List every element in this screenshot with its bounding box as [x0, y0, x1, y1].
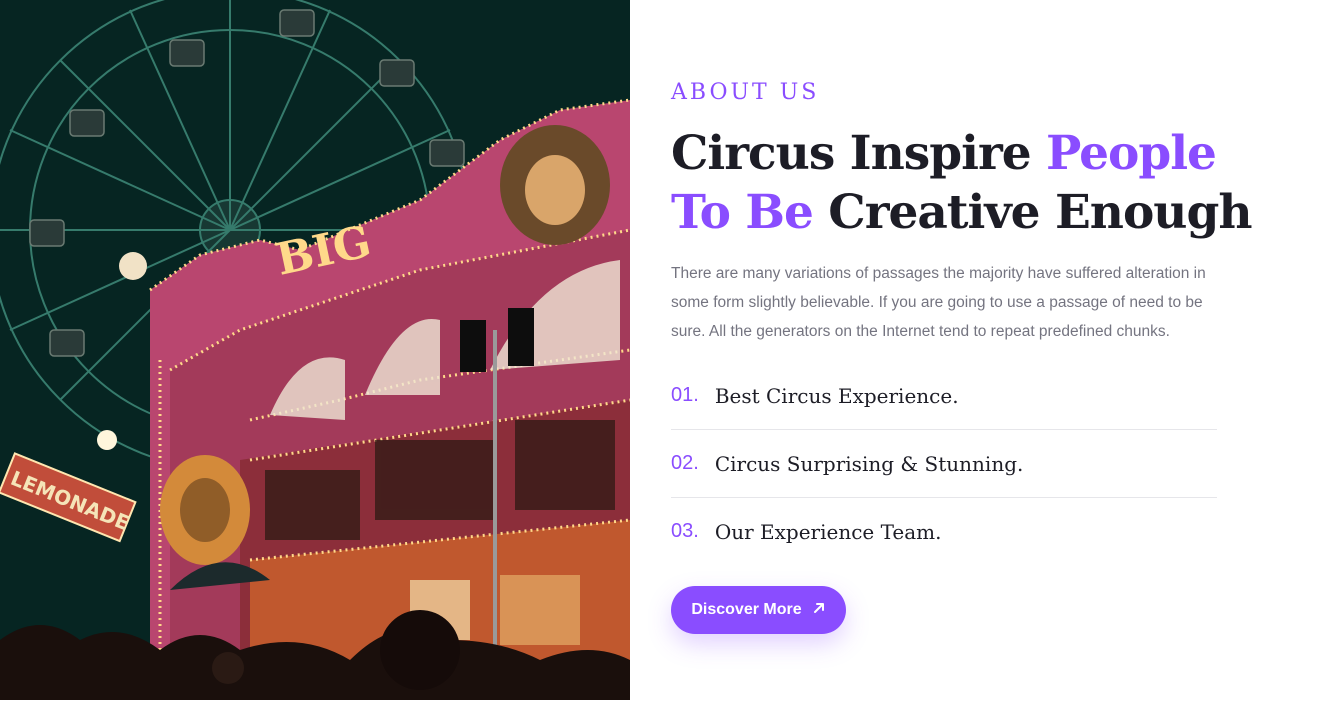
arrow-up-right-icon	[812, 600, 826, 620]
heading-accent-1: People	[1046, 126, 1217, 181]
list-item: 01. Best Circus Experience.	[671, 362, 1217, 430]
section-description: There are many variations of passages th…	[671, 265, 1206, 340]
list-item-number: 03.	[671, 520, 699, 542]
section-eyebrow: ABOUT US	[671, 80, 820, 105]
feature-list: 01. Best Circus Experience. 02. Circus S…	[671, 362, 1217, 565]
circus-photo: BIG LEMONADE	[0, 0, 630, 700]
list-item-label: Circus Surprising & Stunning.	[714, 451, 1024, 476]
heading-text-1: Circus Inspire	[671, 126, 1046, 181]
list-item-number: 01.	[671, 384, 699, 406]
heading-text-2: Creative Enough	[812, 185, 1252, 240]
list-item-label: Best Circus Experience.	[714, 383, 959, 408]
list-item-label: Our Experience Team.	[714, 519, 942, 544]
list-item: 02. Circus Surprising & Stunning.	[671, 430, 1217, 498]
section-heading: Circus Inspire People To Be Creative Enou…	[671, 124, 1291, 242]
list-item: 03. Our Experience Team.	[671, 498, 1217, 565]
heading-accent-2: To Be	[671, 185, 814, 240]
discover-more-label: Discover More	[691, 601, 802, 618]
list-item-number: 02.	[671, 452, 699, 474]
discover-more-button[interactable]: Discover More	[671, 586, 846, 634]
